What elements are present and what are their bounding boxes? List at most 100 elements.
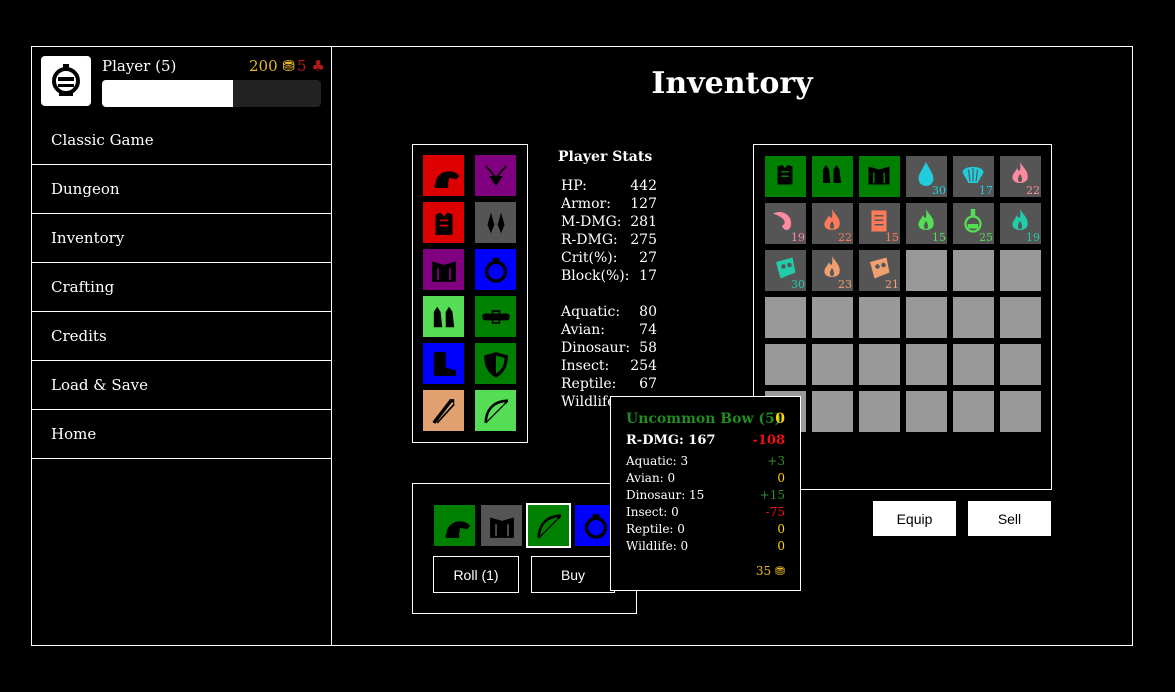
- tooltip-stat-row: Reptile: 0 0: [626, 522, 785, 538]
- empty-inventory-slot[interactable]: [1000, 391, 1041, 432]
- player-stats: Player Stats: [558, 149, 652, 171]
- tooltip-stat-label: Reptile: 0: [626, 522, 685, 536]
- stat-value: 254: [630, 358, 657, 374]
- stat-label: Reptile:: [561, 376, 617, 392]
- empty-inventory-slot[interactable]: [906, 391, 947, 432]
- inventory-item[interactable]: 15: [859, 203, 900, 244]
- inventory-item[interactable]: 21: [859, 250, 900, 291]
- item-quantity: 30: [932, 184, 946, 197]
- stat-row: Block(%): 17: [561, 268, 657, 286]
- tooltip-stat-row: Dinosaur: 15 +15: [626, 488, 785, 504]
- empty-inventory-slot[interactable]: [859, 297, 900, 338]
- stat-row: Insect: 254: [561, 358, 657, 376]
- tooltip-title-delta: 0: [775, 411, 785, 427]
- inventory-item[interactable]: 30: [906, 156, 947, 197]
- inventory-item[interactable]: 17: [953, 156, 994, 197]
- inventory-item[interactable]: 19: [1000, 203, 1041, 244]
- chest-armor-icon: [777, 165, 793, 185]
- stat-label: R-DMG:: [561, 232, 618, 248]
- inventory-item[interactable]: [812, 156, 853, 197]
- equipment-slot[interactable]: [423, 249, 464, 290]
- boots-icon: [433, 351, 456, 376]
- shop-item[interactable]: [526, 503, 571, 548]
- empty-inventory-slot[interactable]: [1000, 297, 1041, 338]
- shop-item[interactable]: [481, 505, 522, 546]
- inventory-item[interactable]: 23: [812, 250, 853, 291]
- nav-item-credits[interactable]: Credits: [31, 312, 331, 361]
- empty-inventory-slot[interactable]: [765, 297, 806, 338]
- empty-inventory-slot[interactable]: [812, 391, 853, 432]
- tooltip-main-stat: R-DMG: 167: [626, 433, 716, 448]
- empty-inventory-slot[interactable]: [812, 344, 853, 385]
- equipment-slot[interactable]: [423, 343, 464, 384]
- equipment-slot[interactable]: [423, 296, 464, 337]
- stat-value: 281: [630, 214, 657, 230]
- empty-inventory-slot[interactable]: [1000, 250, 1041, 291]
- nav-item-classic-game[interactable]: Classic Game: [31, 116, 331, 165]
- empty-inventory-slot[interactable]: [812, 297, 853, 338]
- empty-inventory-slot[interactable]: [765, 344, 806, 385]
- empty-inventory-slot[interactable]: [906, 250, 947, 291]
- empty-inventory-slot[interactable]: [953, 391, 994, 432]
- inventory-item[interactable]: 19: [765, 203, 806, 244]
- stat-row: HP: 442: [561, 178, 657, 196]
- empty-inventory-slot[interactable]: [953, 297, 994, 338]
- shoulder-armor-icon: [868, 166, 890, 185]
- inventory-item[interactable]: 30: [765, 250, 806, 291]
- coins-icon: ⛃: [282, 57, 295, 75]
- earrings-icon: [487, 212, 504, 233]
- stat-row: Armor: 127: [561, 196, 657, 214]
- empty-inventory-slot[interactable]: [906, 344, 947, 385]
- tooltip-stat-row: Avian: 0 0: [626, 471, 785, 487]
- gloves-icon: [433, 306, 454, 327]
- nav-item-crafting[interactable]: Crafting: [31, 263, 331, 312]
- inventory-item[interactable]: [859, 156, 900, 197]
- empty-inventory-slot[interactable]: [953, 344, 994, 385]
- inventory-item[interactable]: 15: [906, 203, 947, 244]
- empty-inventory-slot[interactable]: [953, 250, 994, 291]
- equipment-slot[interactable]: [423, 155, 464, 196]
- tooltip-stat-label: Avian: 0: [626, 471, 676, 485]
- page-title: Inventory: [651, 66, 813, 101]
- empty-inventory-slot[interactable]: [859, 391, 900, 432]
- sell-button[interactable]: Sell: [968, 501, 1051, 536]
- nav-item-dungeon[interactable]: Dungeon: [31, 165, 331, 214]
- roll-button[interactable]: Roll (1): [433, 556, 519, 593]
- belt-icon: [481, 309, 510, 324]
- empty-inventory-slot[interactable]: [1000, 344, 1041, 385]
- equipment-slot[interactable]: [475, 343, 516, 384]
- item-quantity: 25: [979, 231, 993, 244]
- inventory-item[interactable]: 22: [1000, 156, 1041, 197]
- equipment-slot[interactable]: [475, 390, 516, 431]
- stat-label: Dinosaur:: [561, 340, 631, 356]
- stat-row: Reptile: 67: [561, 376, 657, 394]
- inventory-item[interactable]: [765, 156, 806, 197]
- shop-item[interactable]: [434, 505, 475, 546]
- stat-row: Aquatic: 80: [561, 304, 657, 322]
- stat-value: 17: [639, 268, 657, 284]
- stat-label: Insect:: [561, 358, 610, 374]
- nav-item-inventory[interactable]: Inventory: [31, 214, 331, 263]
- stat-value: 275: [630, 232, 657, 248]
- nav-item-home[interactable]: Home: [31, 410, 331, 459]
- stat-label: Block(%):: [561, 268, 630, 284]
- empty-inventory-slot[interactable]: [906, 297, 947, 338]
- shoulder-armor-icon: [489, 517, 514, 538]
- empty-inventory-slot[interactable]: [859, 344, 900, 385]
- buy-button[interactable]: Buy: [531, 556, 615, 593]
- nav-item-load-save[interactable]: Load & Save: [31, 361, 331, 410]
- equipment-slot[interactable]: [475, 296, 516, 337]
- equipment-slot[interactable]: [423, 390, 464, 431]
- inventory-item[interactable]: 22: [812, 203, 853, 244]
- stat-label: Avian:: [561, 322, 606, 338]
- tooltip-stat-label: Dinosaur: 15: [626, 488, 705, 502]
- stat-label: Aquatic:: [561, 304, 621, 320]
- amulet-icon: [484, 164, 507, 186]
- equipment-slot[interactable]: [423, 202, 464, 243]
- shop-panel: Roll (1) Buy: [412, 483, 637, 614]
- equipment-slot[interactable]: [475, 155, 516, 196]
- equipment-slot[interactable]: [475, 202, 516, 243]
- equipment-slot[interactable]: [475, 249, 516, 290]
- inventory-item[interactable]: 25: [953, 203, 994, 244]
- equip-button[interactable]: Equip: [873, 501, 956, 536]
